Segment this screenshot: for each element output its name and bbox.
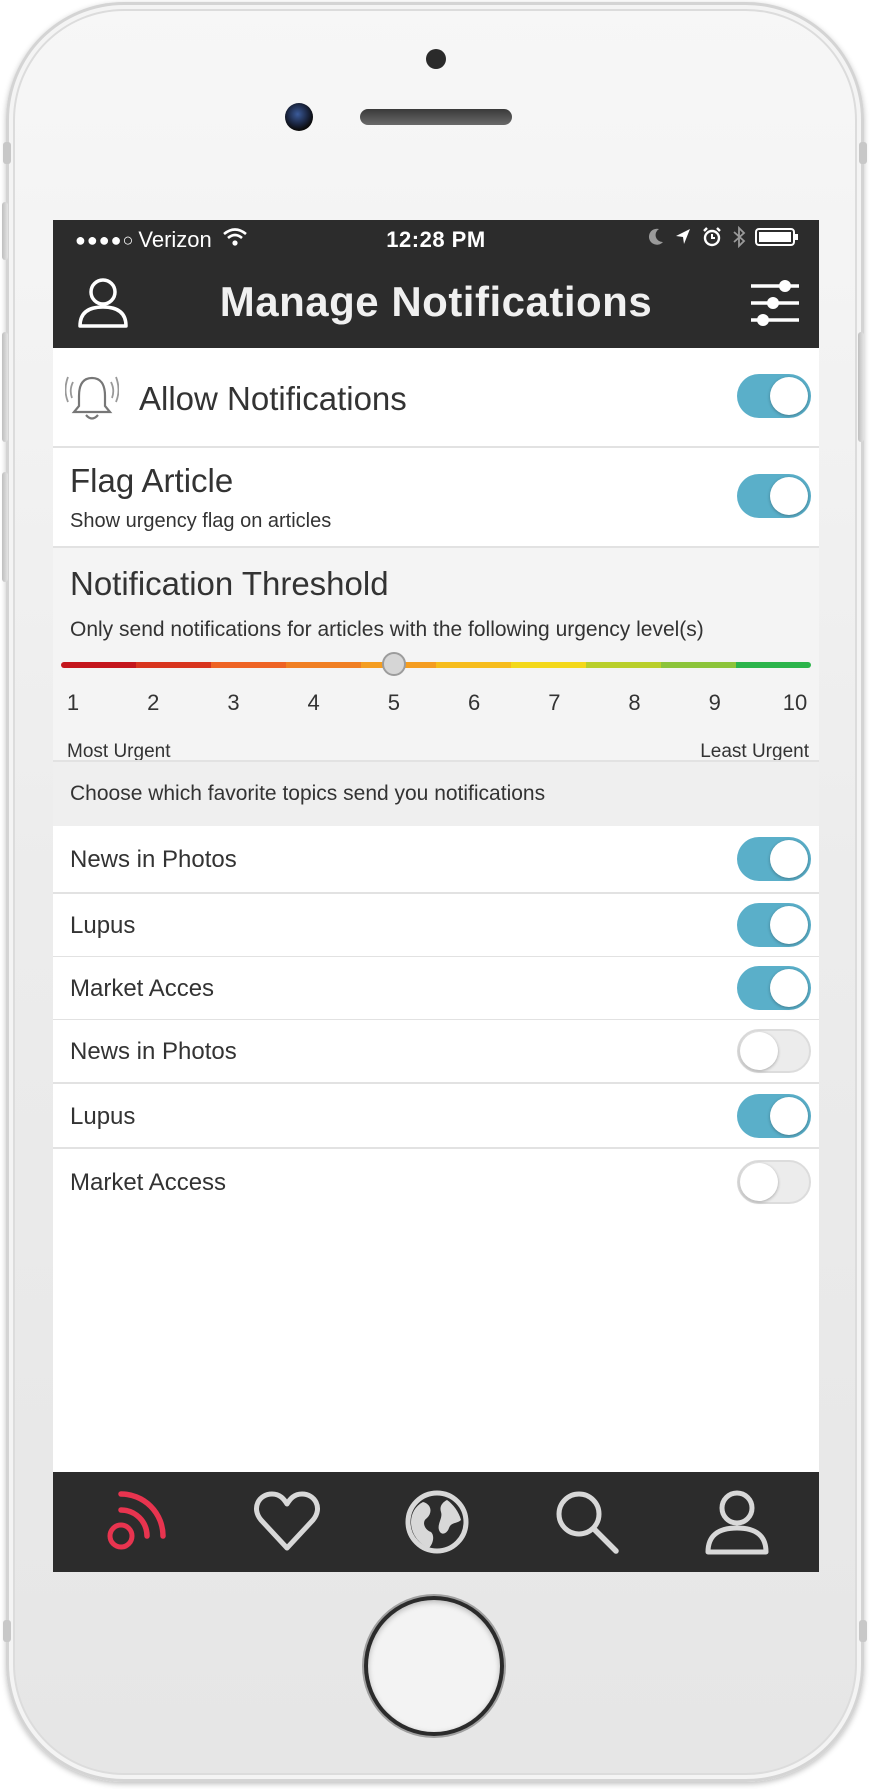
flag-article-title: Flag Article bbox=[70, 462, 234, 499]
page-title: Manage Notifications bbox=[219, 278, 653, 325]
urgency-level-label: 8 bbox=[628, 690, 641, 715]
urgency-level-label: 6 bbox=[467, 690, 481, 715]
toggle-knob bbox=[740, 1032, 778, 1070]
allow-notifications-label: Allow Notifications bbox=[139, 380, 407, 417]
topic-label: Lupus bbox=[70, 912, 136, 939]
allow-notifications-row: Allow Notifications bbox=[53, 348, 819, 448]
tab-explore[interactable] bbox=[397, 1486, 477, 1558]
status-bar-right bbox=[647, 225, 801, 254]
status-bar: ●●●●○ Verizon 12:28 PM bbox=[53, 220, 819, 260]
urgency-level-label: 4 bbox=[307, 690, 320, 715]
tab-search[interactable] bbox=[547, 1486, 627, 1558]
frame-notch-bottom-left bbox=[3, 1620, 11, 1642]
topic-label: Lupus bbox=[70, 1102, 136, 1130]
home-button[interactable] bbox=[368, 1600, 500, 1732]
urgency-level-label: 1 bbox=[66, 690, 80, 715]
urgency-level-label: 3 bbox=[227, 690, 240, 715]
urgency-segment bbox=[61, 662, 136, 668]
battery-icon bbox=[755, 227, 801, 253]
proximity-sensor bbox=[426, 49, 446, 69]
allow-notifications-toggle[interactable] bbox=[737, 374, 811, 418]
location-arrow-icon bbox=[674, 227, 692, 253]
threshold-title: Notification Threshold bbox=[70, 565, 389, 602]
urgency-level-label: 2 bbox=[147, 690, 160, 715]
topic-toggle[interactable] bbox=[737, 837, 811, 881]
heart-icon bbox=[254, 1491, 320, 1551]
feed-icon bbox=[107, 1491, 166, 1550]
header-bar: Manage Notifications bbox=[53, 260, 819, 348]
tab-favorites[interactable] bbox=[247, 1486, 327, 1558]
topic-row: Market Acces bbox=[53, 957, 819, 1021]
urgency-segment bbox=[286, 662, 361, 668]
topics-section-header: Choose which favorite topics send you no… bbox=[53, 760, 819, 826]
urgency-level-label: 10 bbox=[782, 690, 808, 715]
urgency-segment bbox=[586, 662, 661, 668]
alarm-bell-icon bbox=[64, 370, 120, 427]
tab-bar bbox=[53, 1472, 819, 1572]
topic-row: Lupus bbox=[53, 1084, 819, 1149]
moon-icon bbox=[647, 227, 665, 253]
topic-row: Lupus bbox=[53, 894, 819, 958]
urgency-level-label: 7 bbox=[548, 690, 561, 715]
topic-toggle[interactable] bbox=[737, 1093, 811, 1138]
topic-row: News in Photos bbox=[53, 1020, 819, 1084]
topic-toggle[interactable] bbox=[737, 903, 811, 947]
flag-article-row: Flag Article Show urgency flag on articl… bbox=[53, 448, 819, 548]
urgency-segment bbox=[736, 662, 811, 668]
bluetooth-icon bbox=[732, 225, 746, 254]
mute-switch bbox=[2, 202, 8, 260]
volume-down-button bbox=[2, 472, 8, 582]
alarm-icon bbox=[701, 226, 723, 254]
frame-notch-bottom-right bbox=[859, 1620, 867, 1642]
flag-article-toggle[interactable] bbox=[737, 474, 811, 518]
toggle-knob bbox=[740, 1163, 778, 1201]
toggle-knob bbox=[770, 969, 808, 1007]
frame-notch-left bbox=[3, 142, 11, 164]
urgency-segment bbox=[661, 662, 736, 668]
frame-notch-right bbox=[859, 142, 867, 164]
urgency-segment bbox=[136, 662, 211, 668]
urgency-track[interactable] bbox=[61, 662, 811, 668]
urgency-segment bbox=[511, 662, 586, 668]
toggle-knob bbox=[770, 377, 808, 415]
topic-label: Market Acces bbox=[70, 975, 215, 1002]
search-icon bbox=[556, 1491, 619, 1554]
settings-filter-button[interactable] bbox=[749, 278, 801, 333]
flag-article-subtitle: Show urgency flag on articles bbox=[70, 510, 332, 532]
toggle-knob bbox=[770, 906, 808, 944]
front-camera bbox=[285, 103, 313, 131]
topic-row: Market Access bbox=[53, 1149, 819, 1215]
profile-icon bbox=[705, 1490, 769, 1555]
power-button bbox=[858, 332, 864, 442]
toggle-knob bbox=[770, 840, 808, 878]
topic-row: News in Photos bbox=[53, 826, 819, 894]
toggle-knob bbox=[770, 1096, 808, 1135]
topic-label: Market Access bbox=[70, 1169, 227, 1196]
urgency-level-label: 5 bbox=[387, 690, 400, 715]
urgency-segment bbox=[436, 662, 511, 668]
topic-toggle[interactable] bbox=[737, 1029, 811, 1073]
topic-label: News in Photos bbox=[70, 1038, 237, 1065]
toggle-knob bbox=[770, 477, 808, 515]
urgency-slider-thumb[interactable] bbox=[381, 652, 406, 676]
urgency-level-label: 9 bbox=[708, 690, 721, 715]
app-screen: ●●●●○ Verizon 12:28 PM Manage Notificati… bbox=[53, 220, 819, 1572]
volume-up-button bbox=[2, 332, 8, 442]
topic-label: News in Photos bbox=[70, 846, 237, 873]
topics-section-label: Choose which favorite topics send you no… bbox=[70, 782, 546, 805]
tab-profile[interactable] bbox=[697, 1486, 777, 1558]
threshold-subtitle: Only send notifications for articles wit… bbox=[70, 618, 704, 641]
topic-toggle[interactable] bbox=[737, 1160, 811, 1204]
topic-toggle[interactable] bbox=[737, 966, 811, 1010]
urgency-segment bbox=[211, 662, 286, 668]
earpiece-speaker bbox=[360, 109, 512, 125]
sliders-icon bbox=[751, 280, 799, 326]
globe-icon bbox=[405, 1490, 469, 1554]
tab-feed[interactable] bbox=[97, 1486, 177, 1558]
